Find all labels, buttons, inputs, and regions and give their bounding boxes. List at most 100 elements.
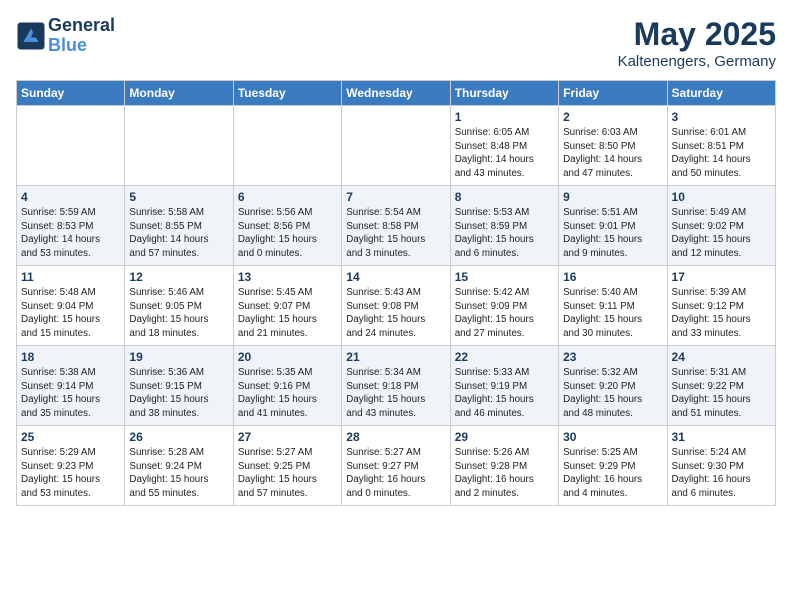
day-number: 26 <box>129 430 228 444</box>
day-info: Sunrise: 5:43 AMSunset: 9:08 PMDaylight:… <box>346 286 445 341</box>
calendar-cell <box>233 106 341 186</box>
calendar-cell: 14 Sunrise: 5:43 AMSunset: 9:08 PMDayligh… <box>342 266 450 346</box>
day-info: Sunrise: 5:24 AMSunset: 9:30 PMDaylight:… <box>672 446 771 501</box>
day-number: 17 <box>672 270 771 284</box>
day-info: Sunrise: 5:26 AMSunset: 9:28 PMDaylight:… <box>455 446 554 501</box>
day-info: Sunrise: 5:46 AMSunset: 9:05 PMDaylight:… <box>129 286 228 341</box>
calendar-cell: 5 Sunrise: 5:58 AMSunset: 8:55 PMDaylight… <box>125 186 233 266</box>
day-number: 10 <box>672 190 771 204</box>
calendar-cell: 18 Sunrise: 5:38 AMSunset: 9:14 PMDayligh… <box>17 346 125 426</box>
day-number: 13 <box>238 270 337 284</box>
day-number: 12 <box>129 270 228 284</box>
calendar-cell: 26 Sunrise: 5:28 AMSunset: 9:24 PMDayligh… <box>125 426 233 506</box>
calendar-body: 1 Sunrise: 6:05 AMSunset: 8:48 PMDaylight… <box>17 106 776 506</box>
calendar-cell: 30 Sunrise: 5:25 AMSunset: 9:29 PMDayligh… <box>559 426 667 506</box>
day-info: Sunrise: 5:25 AMSunset: 9:29 PMDaylight:… <box>563 446 662 501</box>
day-info: Sunrise: 5:39 AMSunset: 9:12 PMDaylight:… <box>672 286 771 341</box>
calendar-cell: 21 Sunrise: 5:34 AMSunset: 9:18 PMDayligh… <box>342 346 450 426</box>
calendar-cell: 31 Sunrise: 5:24 AMSunset: 9:30 PMDayligh… <box>667 426 775 506</box>
day-number: 24 <box>672 350 771 364</box>
day-number: 16 <box>563 270 662 284</box>
day-info: Sunrise: 5:34 AMSunset: 9:18 PMDaylight:… <box>346 366 445 421</box>
day-info: Sunrise: 5:38 AMSunset: 9:14 PMDaylight:… <box>21 366 120 421</box>
calendar-cell: 22 Sunrise: 5:33 AMSunset: 9:19 PMDayligh… <box>450 346 558 426</box>
calendar-week-row: 1 Sunrise: 6:05 AMSunset: 8:48 PMDaylight… <box>17 106 776 186</box>
day-number: 20 <box>238 350 337 364</box>
calendar-cell <box>17 106 125 186</box>
weekday-header-saturday: Saturday <box>667 81 775 106</box>
day-info: Sunrise: 5:29 AMSunset: 9:23 PMDaylight:… <box>21 446 120 501</box>
calendar-cell: 28 Sunrise: 5:27 AMSunset: 9:27 PMDayligh… <box>342 426 450 506</box>
calendar-cell: 9Sunrise: 5:51 AMSunset: 9:01 PMDaylight… <box>559 186 667 266</box>
weekday-header-wednesday: Wednesday <box>342 81 450 106</box>
calendar-week-row: 25 Sunrise: 5:29 AMSunset: 9:23 PMDayligh… <box>17 426 776 506</box>
day-info: Sunrise: 5:42 AMSunset: 9:09 PMDaylight:… <box>455 286 554 341</box>
weekday-header-row: SundayMondayTuesdayWednesdayThursdayFrid… <box>17 81 776 106</box>
day-info: Sunrise: 5:51 AMSunset: 9:01 PMDaylight:… <box>563 206 662 261</box>
calendar-cell: 3Sunrise: 6:01 AMSunset: 8:51 PMDaylight… <box>667 106 775 186</box>
day-info: Sunrise: 5:40 AMSunset: 9:11 PMDaylight:… <box>563 286 662 341</box>
logo-icon <box>16 21 46 51</box>
calendar-week-row: 4Sunrise: 5:59 AMSunset: 8:53 PMDaylight… <box>17 186 776 266</box>
day-number: 27 <box>238 430 337 444</box>
day-number: 15 <box>455 270 554 284</box>
calendar-week-row: 18 Sunrise: 5:38 AMSunset: 9:14 PMDayligh… <box>17 346 776 426</box>
day-number: 11 <box>21 270 120 284</box>
day-info: Sunrise: 5:35 AMSunset: 9:16 PMDaylight:… <box>238 366 337 421</box>
page-header: GeneralBlue May 2025 Kaltenengers, Germa… <box>16 16 776 70</box>
day-info: Sunrise: 6:01 AMSunset: 8:51 PMDaylight:… <box>672 126 771 181</box>
calendar-header: SundayMondayTuesdayWednesdayThursdayFrid… <box>17 81 776 106</box>
calendar-cell: 29 Sunrise: 5:26 AMSunset: 9:28 PMDayligh… <box>450 426 558 506</box>
day-number: 29 <box>455 430 554 444</box>
day-number: 18 <box>21 350 120 364</box>
day-info: Sunrise: 5:54 AMSunset: 8:58 PMDaylight:… <box>346 206 445 261</box>
weekday-header-monday: Monday <box>125 81 233 106</box>
calendar-cell: 11Sunrise: 5:48 AMSunset: 9:04 PMDayligh… <box>17 266 125 346</box>
calendar-cell: 27 Sunrise: 5:27 AMSunset: 9:25 PMDayligh… <box>233 426 341 506</box>
calendar-cell: 23 Sunrise: 5:32 AMSunset: 9:20 PMDayligh… <box>559 346 667 426</box>
day-number: 28 <box>346 430 445 444</box>
day-number: 21 <box>346 350 445 364</box>
day-number: 25 <box>21 430 120 444</box>
day-info: Sunrise: 5:27 AMSunset: 9:25 PMDaylight:… <box>238 446 337 501</box>
day-number: 23 <box>563 350 662 364</box>
calendar-cell: 7 Sunrise: 5:54 AMSunset: 8:58 PMDaylight… <box>342 186 450 266</box>
day-number: 2 <box>563 110 662 124</box>
day-info: Sunrise: 5:32 AMSunset: 9:20 PMDaylight:… <box>563 366 662 421</box>
calendar-cell: 10 Sunrise: 5:49 AMSunset: 9:02 PMDayligh… <box>667 186 775 266</box>
day-info: Sunrise: 5:28 AMSunset: 9:24 PMDaylight:… <box>129 446 228 501</box>
weekday-header-friday: Friday <box>559 81 667 106</box>
day-number: 8 <box>455 190 554 204</box>
calendar-week-row: 11Sunrise: 5:48 AMSunset: 9:04 PMDayligh… <box>17 266 776 346</box>
calendar-cell: 13Sunrise: 5:45 AMSunset: 9:07 PMDayligh… <box>233 266 341 346</box>
day-number: 1 <box>455 110 554 124</box>
location-subtitle: Kaltenengers, Germany <box>618 53 776 70</box>
day-info: Sunrise: 6:05 AMSunset: 8:48 PMDaylight:… <box>455 126 554 181</box>
day-info: Sunrise: 5:59 AMSunset: 8:53 PMDaylight:… <box>21 206 120 261</box>
day-info: Sunrise: 5:33 AMSunset: 9:19 PMDaylight:… <box>455 366 554 421</box>
day-info: Sunrise: 5:56 AMSunset: 8:56 PMDaylight:… <box>238 206 337 261</box>
day-info: Sunrise: 5:58 AMSunset: 8:55 PMDaylight:… <box>129 206 228 261</box>
calendar-cell: 6 Sunrise: 5:56 AMSunset: 8:56 PMDaylight… <box>233 186 341 266</box>
day-number: 5 <box>129 190 228 204</box>
day-number: 14 <box>346 270 445 284</box>
day-number: 30 <box>563 430 662 444</box>
day-number: 19 <box>129 350 228 364</box>
calendar-cell: 12 Sunrise: 5:46 AMSunset: 9:05 PMDayligh… <box>125 266 233 346</box>
calendar-cell: 15 Sunrise: 5:42 AMSunset: 9:09 PMDayligh… <box>450 266 558 346</box>
day-number: 6 <box>238 190 337 204</box>
logo: GeneralBlue <box>16 16 115 56</box>
day-info: Sunrise: 5:49 AMSunset: 9:02 PMDaylight:… <box>672 206 771 261</box>
calendar-cell: 25 Sunrise: 5:29 AMSunset: 9:23 PMDayligh… <box>17 426 125 506</box>
calendar-cell <box>342 106 450 186</box>
day-number: 7 <box>346 190 445 204</box>
calendar-table: SundayMondayTuesdayWednesdayThursdayFrid… <box>16 80 776 506</box>
calendar-cell: 8Sunrise: 5:53 AMSunset: 8:59 PMDaylight… <box>450 186 558 266</box>
day-info: Sunrise: 5:27 AMSunset: 9:27 PMDaylight:… <box>346 446 445 501</box>
day-info: Sunrise: 6:03 AMSunset: 8:50 PMDaylight:… <box>563 126 662 181</box>
day-number: 31 <box>672 430 771 444</box>
calendar-cell: 24Sunrise: 5:31 AMSunset: 9:22 PMDayligh… <box>667 346 775 426</box>
day-number: 22 <box>455 350 554 364</box>
calendar-cell: 4Sunrise: 5:59 AMSunset: 8:53 PMDaylight… <box>17 186 125 266</box>
title-section: May 2025 Kaltenengers, Germany <box>618 16 776 70</box>
